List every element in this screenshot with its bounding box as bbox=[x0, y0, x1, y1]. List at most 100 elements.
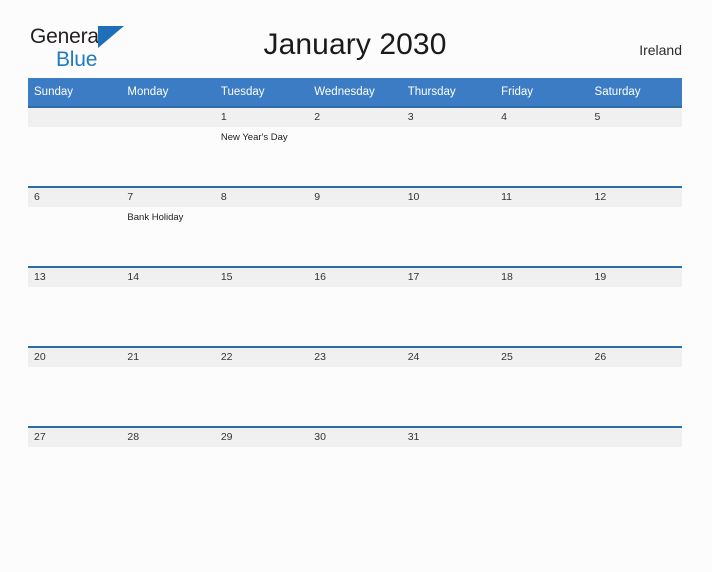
calendar-week-row: 1 New Year's Day 2 3 4 5 bbox=[28, 106, 682, 186]
calendar-day-cell[interactable]: 21 bbox=[121, 346, 215, 426]
weekday-header-tuesday: Tuesday bbox=[214, 78, 309, 106]
day-cell-inner bbox=[28, 106, 122, 186]
calendar-day-cell[interactable]: 22 bbox=[214, 346, 309, 426]
day-event-label bbox=[121, 447, 214, 452]
day-event-label bbox=[28, 207, 121, 212]
day-cell-inner: 10 bbox=[401, 186, 496, 266]
calendar-day-cell[interactable]: 16 bbox=[308, 266, 402, 346]
day-cell-inner: 9 bbox=[308, 186, 402, 266]
calendar-day-cell[interactable] bbox=[588, 426, 682, 506]
day-event-label: Bank Holiday bbox=[127, 212, 184, 223]
calendar-day-cell[interactable]: 26 bbox=[588, 346, 682, 426]
day-event-label bbox=[121, 367, 214, 372]
day-cell-inner: 1 New Year's Day bbox=[214, 106, 309, 186]
day-event-label bbox=[402, 447, 495, 452]
day-event-label bbox=[308, 287, 401, 292]
day-event-label bbox=[589, 367, 682, 372]
day-number: 5 bbox=[588, 108, 682, 127]
day-event-label bbox=[495, 367, 588, 372]
calendar-day-cell[interactable]: 3 bbox=[401, 106, 496, 186]
calendar-day-cell[interactable]: 2 bbox=[308, 106, 402, 186]
day-cell-inner: 20 bbox=[28, 346, 122, 426]
day-event-label bbox=[402, 207, 495, 212]
day-event-label bbox=[495, 127, 588, 132]
day-event-label bbox=[28, 287, 121, 292]
day-event-label bbox=[121, 287, 214, 292]
calendar-day-cell[interactable]: 4 bbox=[495, 106, 589, 186]
day-number: 3 bbox=[401, 108, 496, 127]
day-number: 26 bbox=[588, 348, 682, 367]
calendar-day-cell[interactable]: 25 bbox=[495, 346, 589, 426]
day-event-label bbox=[495, 207, 588, 212]
calendar-day-cell[interactable]: 14 bbox=[121, 266, 215, 346]
calendar-day-cell[interactable]: 5 bbox=[588, 106, 682, 186]
weekday-header-sunday: Sunday bbox=[28, 78, 122, 106]
calendar-grid: Sunday Monday Tuesday Wednesday Thursday… bbox=[28, 78, 682, 506]
calendar-day-cell[interactable]: 23 bbox=[308, 346, 402, 426]
day-cell-inner: 4 bbox=[495, 106, 589, 186]
day-number: 7 bbox=[121, 188, 215, 207]
calendar-day-cell[interactable]: 18 bbox=[495, 266, 589, 346]
calendar-day-cell[interactable]: 31 bbox=[401, 426, 496, 506]
calendar-day-cell[interactable]: 19 bbox=[588, 266, 682, 346]
day-number: 9 bbox=[308, 188, 402, 207]
weekday-header-row: Sunday Monday Tuesday Wednesday Thursday… bbox=[28, 78, 682, 106]
calendar-day-cell[interactable]: 24 bbox=[401, 346, 496, 426]
day-event-label bbox=[215, 367, 308, 372]
calendar-day-cell[interactable]: 12 bbox=[588, 186, 682, 266]
day-cell-inner: 13 bbox=[28, 266, 122, 346]
day-event-label bbox=[28, 367, 121, 372]
day-event-label bbox=[495, 287, 588, 292]
weekday-header-monday: Monday bbox=[121, 78, 215, 106]
calendar-day-cell[interactable]: 13 bbox=[28, 266, 122, 346]
day-cell-inner: 16 bbox=[308, 266, 402, 346]
day-event-label bbox=[495, 447, 588, 452]
day-number: 10 bbox=[401, 188, 496, 207]
day-number: 12 bbox=[588, 188, 682, 207]
calendar-day-cell[interactable]: 11 bbox=[495, 186, 589, 266]
day-cell-inner bbox=[121, 106, 215, 186]
calendar-day-cell[interactable]: 1 New Year's Day bbox=[214, 106, 309, 186]
calendar-day-cell[interactable] bbox=[28, 106, 122, 186]
calendar-day-cell[interactable]: 7 Bank Holiday bbox=[121, 186, 215, 266]
calendar-day-cell[interactable]: 29 bbox=[214, 426, 309, 506]
calendar-day-cell[interactable]: 6 bbox=[28, 186, 122, 266]
day-cell-inner: 22 bbox=[214, 346, 309, 426]
day-number: 21 bbox=[121, 348, 215, 367]
weekday-header-saturday: Saturday bbox=[588, 78, 682, 106]
weekday-header-thursday: Thursday bbox=[401, 78, 496, 106]
calendar-day-cell[interactable]: 15 bbox=[214, 266, 309, 346]
day-number: 18 bbox=[495, 268, 589, 287]
calendar-day-cell[interactable]: 17 bbox=[401, 266, 496, 346]
calendar-day-cell[interactable]: 10 bbox=[401, 186, 496, 266]
day-number: 27 bbox=[28, 428, 122, 447]
calendar-day-cell[interactable]: 8 bbox=[214, 186, 309, 266]
day-event-label bbox=[215, 447, 308, 452]
day-number: 16 bbox=[308, 268, 402, 287]
calendar-week-row: 20 21 22 23 24 25 26 bbox=[28, 346, 682, 426]
calendar-week-row: 27 28 29 30 31 bbox=[28, 426, 682, 506]
day-cell-inner bbox=[495, 426, 589, 506]
day-event-label bbox=[402, 127, 495, 132]
day-cell-inner: 8 bbox=[214, 186, 309, 266]
calendar-day-cell[interactable] bbox=[121, 106, 215, 186]
day-event-label bbox=[402, 367, 495, 372]
day-cell-inner: 25 bbox=[495, 346, 589, 426]
calendar-day-cell[interactable]: 27 bbox=[28, 426, 122, 506]
day-number: 4 bbox=[495, 108, 589, 127]
day-number: 20 bbox=[28, 348, 122, 367]
calendar-day-cell[interactable]: 9 bbox=[308, 186, 402, 266]
calendar-day-cell[interactable] bbox=[495, 426, 589, 506]
day-cell-inner: 17 bbox=[401, 266, 496, 346]
day-number: 25 bbox=[495, 348, 589, 367]
calendar-day-cell[interactable]: 28 bbox=[121, 426, 215, 506]
day-number: 31 bbox=[401, 428, 496, 447]
day-number: 30 bbox=[308, 428, 402, 447]
day-event-label bbox=[589, 447, 682, 452]
weekday-header-wednesday: Wednesday bbox=[308, 78, 402, 106]
calendar-day-cell[interactable]: 30 bbox=[308, 426, 402, 506]
day-event-label: New Year's Day bbox=[220, 132, 288, 143]
region-label: Ireland bbox=[639, 42, 682, 58]
day-cell-inner: 29 bbox=[214, 426, 309, 506]
calendar-day-cell[interactable]: 20 bbox=[28, 346, 122, 426]
